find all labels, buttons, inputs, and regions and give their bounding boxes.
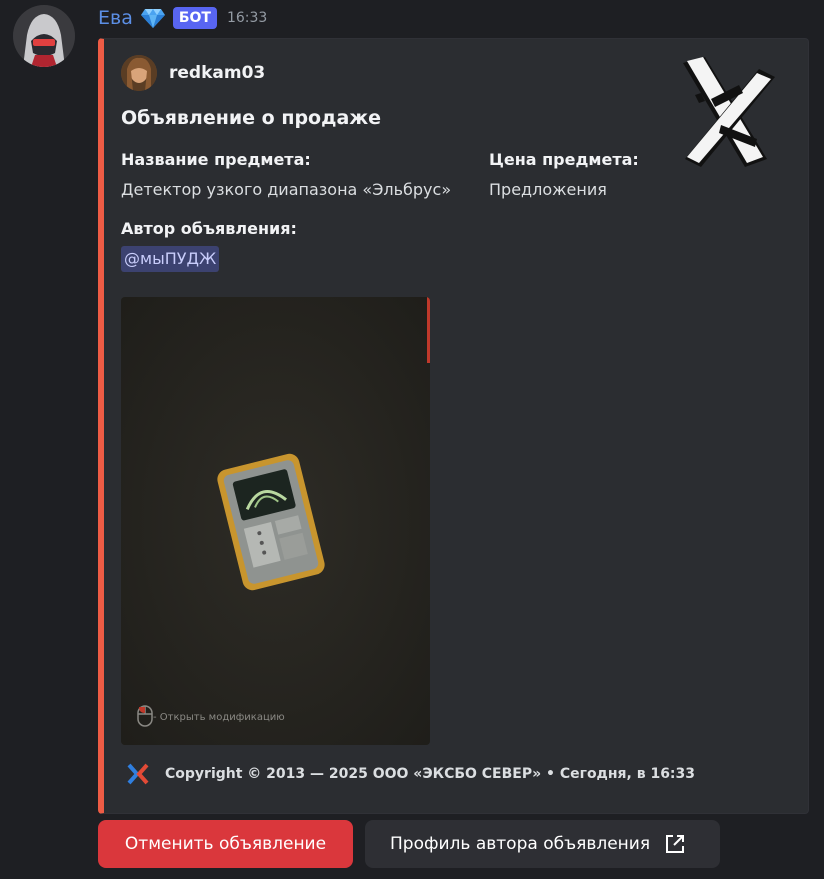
message-header: Ева БОТ 16:33 [98,3,267,33]
message-timestamp: 16:33 [226,10,268,26]
cancel-listing-button[interactable]: Отменить объявление [98,820,353,868]
price-value: Предложения [489,180,607,199]
bot-username[interactable]: Ева [98,7,133,29]
author-label: Автор объявления: [121,219,297,238]
price-label: Цена предмета: [489,150,639,169]
gem-icon [140,7,165,29]
footer-text: Copyright © 2013 — 2025 ООО «ЭКСБО СЕВЕР… [165,766,696,782]
bot-badge: БОТ [172,7,217,29]
item-image[interactable]: - Открыть модификацию [121,297,430,745]
image-hint-text: - Открыть модификацию [153,712,285,723]
embed-title: Объявление о продаже [121,107,382,129]
item-name-value: Детектор узкого диапазона «Эльбрус» [121,180,452,199]
image-hint: - Открыть модификацию [137,705,285,730]
item-name-label: Название предмета: [121,150,311,169]
author-mention[interactable]: @мыПУДЖ [121,246,220,272]
embed-author: redkam03 [121,55,265,91]
embed-author-name: redkam03 [169,63,266,83]
bot-avatar[interactable] [13,5,75,67]
author-avatar [121,55,157,91]
bot-message: Ева БОТ 16:33 redkam03 Объявление о прод… [0,0,824,879]
exbo-logo-icon [126,762,150,786]
sale-embed: redkam03 Объявление о продаже Название п… [98,38,809,814]
author-profile-button[interactable]: Профиль автора объявления [365,820,720,868]
external-link-icon [664,833,686,855]
embed-footer: Copyright © 2013 — 2025 ООО «ЭКСБО СЕВЕР… [126,762,695,786]
cancel-listing-label: Отменить объявление [124,834,327,854]
mouse-icon [137,705,153,730]
x-logo-icon[interactable] [671,55,783,175]
author-profile-label: Профиль автора объявления [390,834,651,854]
